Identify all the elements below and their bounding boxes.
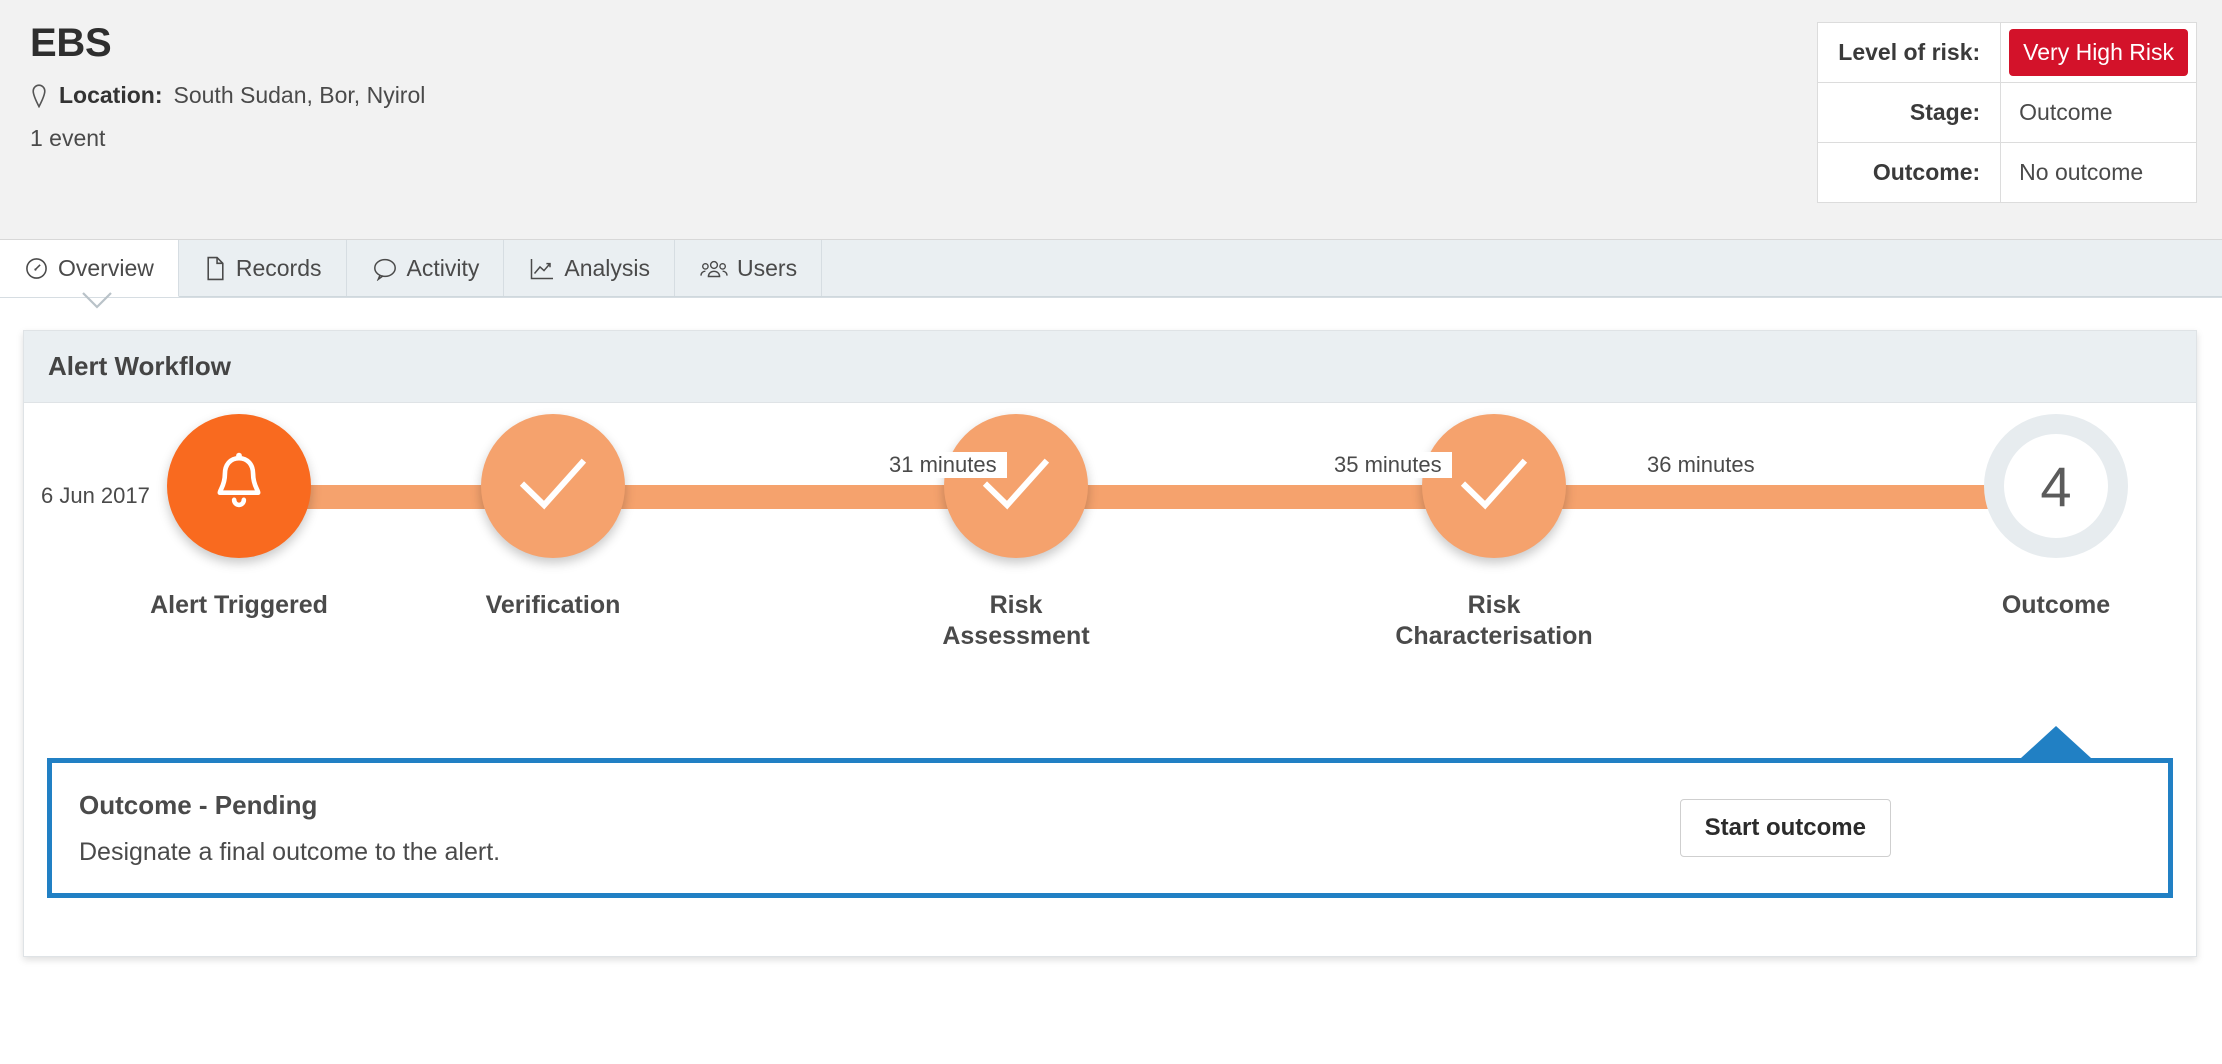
tab-activity[interactable]: Activity	[346, 240, 505, 297]
outcome-pointer-arrow	[2021, 726, 2091, 758]
tab-label: Overview	[58, 254, 154, 281]
node-label: Alert Triggered	[150, 591, 328, 619]
workflow-node-risk-assessment[interactable]: Risk Assessment	[891, 414, 1141, 651]
outcome-panel-description: Designate a final outcome to the alert.	[79, 837, 501, 866]
tab-users[interactable]: Users	[675, 240, 823, 297]
outcome-panel-title: Outcome - Pending	[79, 789, 318, 820]
start-outcome-button[interactable]: Start outcome	[1679, 799, 1891, 857]
card-title: Alert Workflow	[24, 331, 2196, 403]
node-bubble	[481, 414, 625, 558]
risk-summary-table: Level of risk: Very High Risk Stage: Out…	[1817, 22, 2197, 203]
outcome-label: Outcome:	[1817, 142, 2002, 203]
tab-label: Users	[737, 255, 798, 281]
speech-bubble-icon	[372, 257, 398, 281]
outcome-panel-wrap: Outcome - Pending Designate a final outc…	[24, 726, 2196, 956]
gauge-icon	[24, 256, 49, 281]
node-label: Risk Characterisation	[1395, 591, 1593, 650]
tab-overview[interactable]: Overview	[0, 240, 179, 297]
node-bubble: 4	[1984, 414, 2128, 558]
risk-level-label: Level of risk:	[1817, 22, 2002, 83]
entity-summary: EBS Location: South Sudan, Bor, Nyirol 1…	[30, 22, 425, 152]
map-pin-icon	[30, 83, 48, 108]
table-row: Level of risk: Very High Risk	[1817, 22, 2197, 83]
tab-label: Records	[235, 255, 322, 281]
workflow-node-outcome[interactable]: 4 Outcome	[1951, 414, 2161, 621]
stage-value: Outcome	[2000, 82, 2197, 143]
node-bubble	[944, 414, 1088, 558]
page-header: EBS Location: South Sudan, Bor, Nyirol 1…	[0, 0, 2222, 240]
step-number: 4	[2004, 434, 2108, 538]
node-label: Risk Assessment	[942, 591, 1090, 650]
workflow-node-risk-characterisation[interactable]: Risk Characterisation	[1334, 414, 1654, 651]
stage-label: Stage:	[1817, 82, 2002, 143]
workflow-timeline: 6 Jun 2017 Alert Triggered Verification …	[24, 403, 2196, 758]
tab-analysis[interactable]: Analysis	[504, 240, 676, 297]
people-icon	[700, 258, 728, 280]
tab-bar-filler	[822, 240, 2222, 297]
tab-label: Activity	[406, 255, 480, 281]
card-body: 6 Jun 2017 Alert Triggered Verification …	[24, 403, 2196, 956]
outcome-value: No outcome	[2000, 142, 2197, 203]
bell-icon	[208, 451, 270, 522]
check-icon	[516, 454, 590, 519]
tab-records[interactable]: Records	[178, 240, 347, 297]
check-icon	[1457, 454, 1531, 519]
event-count: 1 event	[30, 125, 106, 151]
duration-label-3: 36 minutes	[1637, 452, 1765, 478]
line-chart-icon	[529, 257, 555, 281]
tab-bar: Overview Records Activity Analysis Users	[0, 240, 2222, 298]
page-title: EBS	[30, 21, 112, 65]
table-row: Outcome: No outcome	[1817, 142, 2197, 203]
tab-label: Analysis	[564, 255, 651, 281]
table-row: Stage: Outcome	[1817, 82, 2197, 143]
node-label: Outcome	[2001, 591, 2111, 619]
outcome-text-block: Outcome - Pending Designate a final outc…	[79, 790, 1680, 867]
alert-workflow-card: Alert Workflow 6 Jun 2017 Alert Triggere…	[23, 330, 2197, 957]
risk-level-value-cell: Very High Risk	[2000, 22, 2197, 83]
status-badge: Very High Risk	[2009, 29, 2188, 76]
outcome-action-panel: Outcome - Pending Designate a final outc…	[47, 758, 2173, 898]
duration-label-2: 35 minutes	[1324, 452, 1452, 478]
workflow-node-verification[interactable]: Verification	[448, 414, 658, 621]
chevron-down-icon	[80, 290, 114, 312]
file-icon	[204, 256, 227, 281]
node-label: Verification	[485, 591, 621, 619]
node-bubble	[1422, 414, 1566, 558]
location-label: Location:	[59, 82, 163, 108]
node-bubble	[167, 414, 311, 558]
location-row: Location: South Sudan, Bor, Nyirol	[30, 82, 425, 109]
location-value: South Sudan, Bor, Nyirol	[173, 82, 426, 108]
workflow-node-alert-triggered[interactable]: Alert Triggered	[134, 414, 344, 621]
duration-label-1: 31 minutes	[879, 452, 1007, 478]
